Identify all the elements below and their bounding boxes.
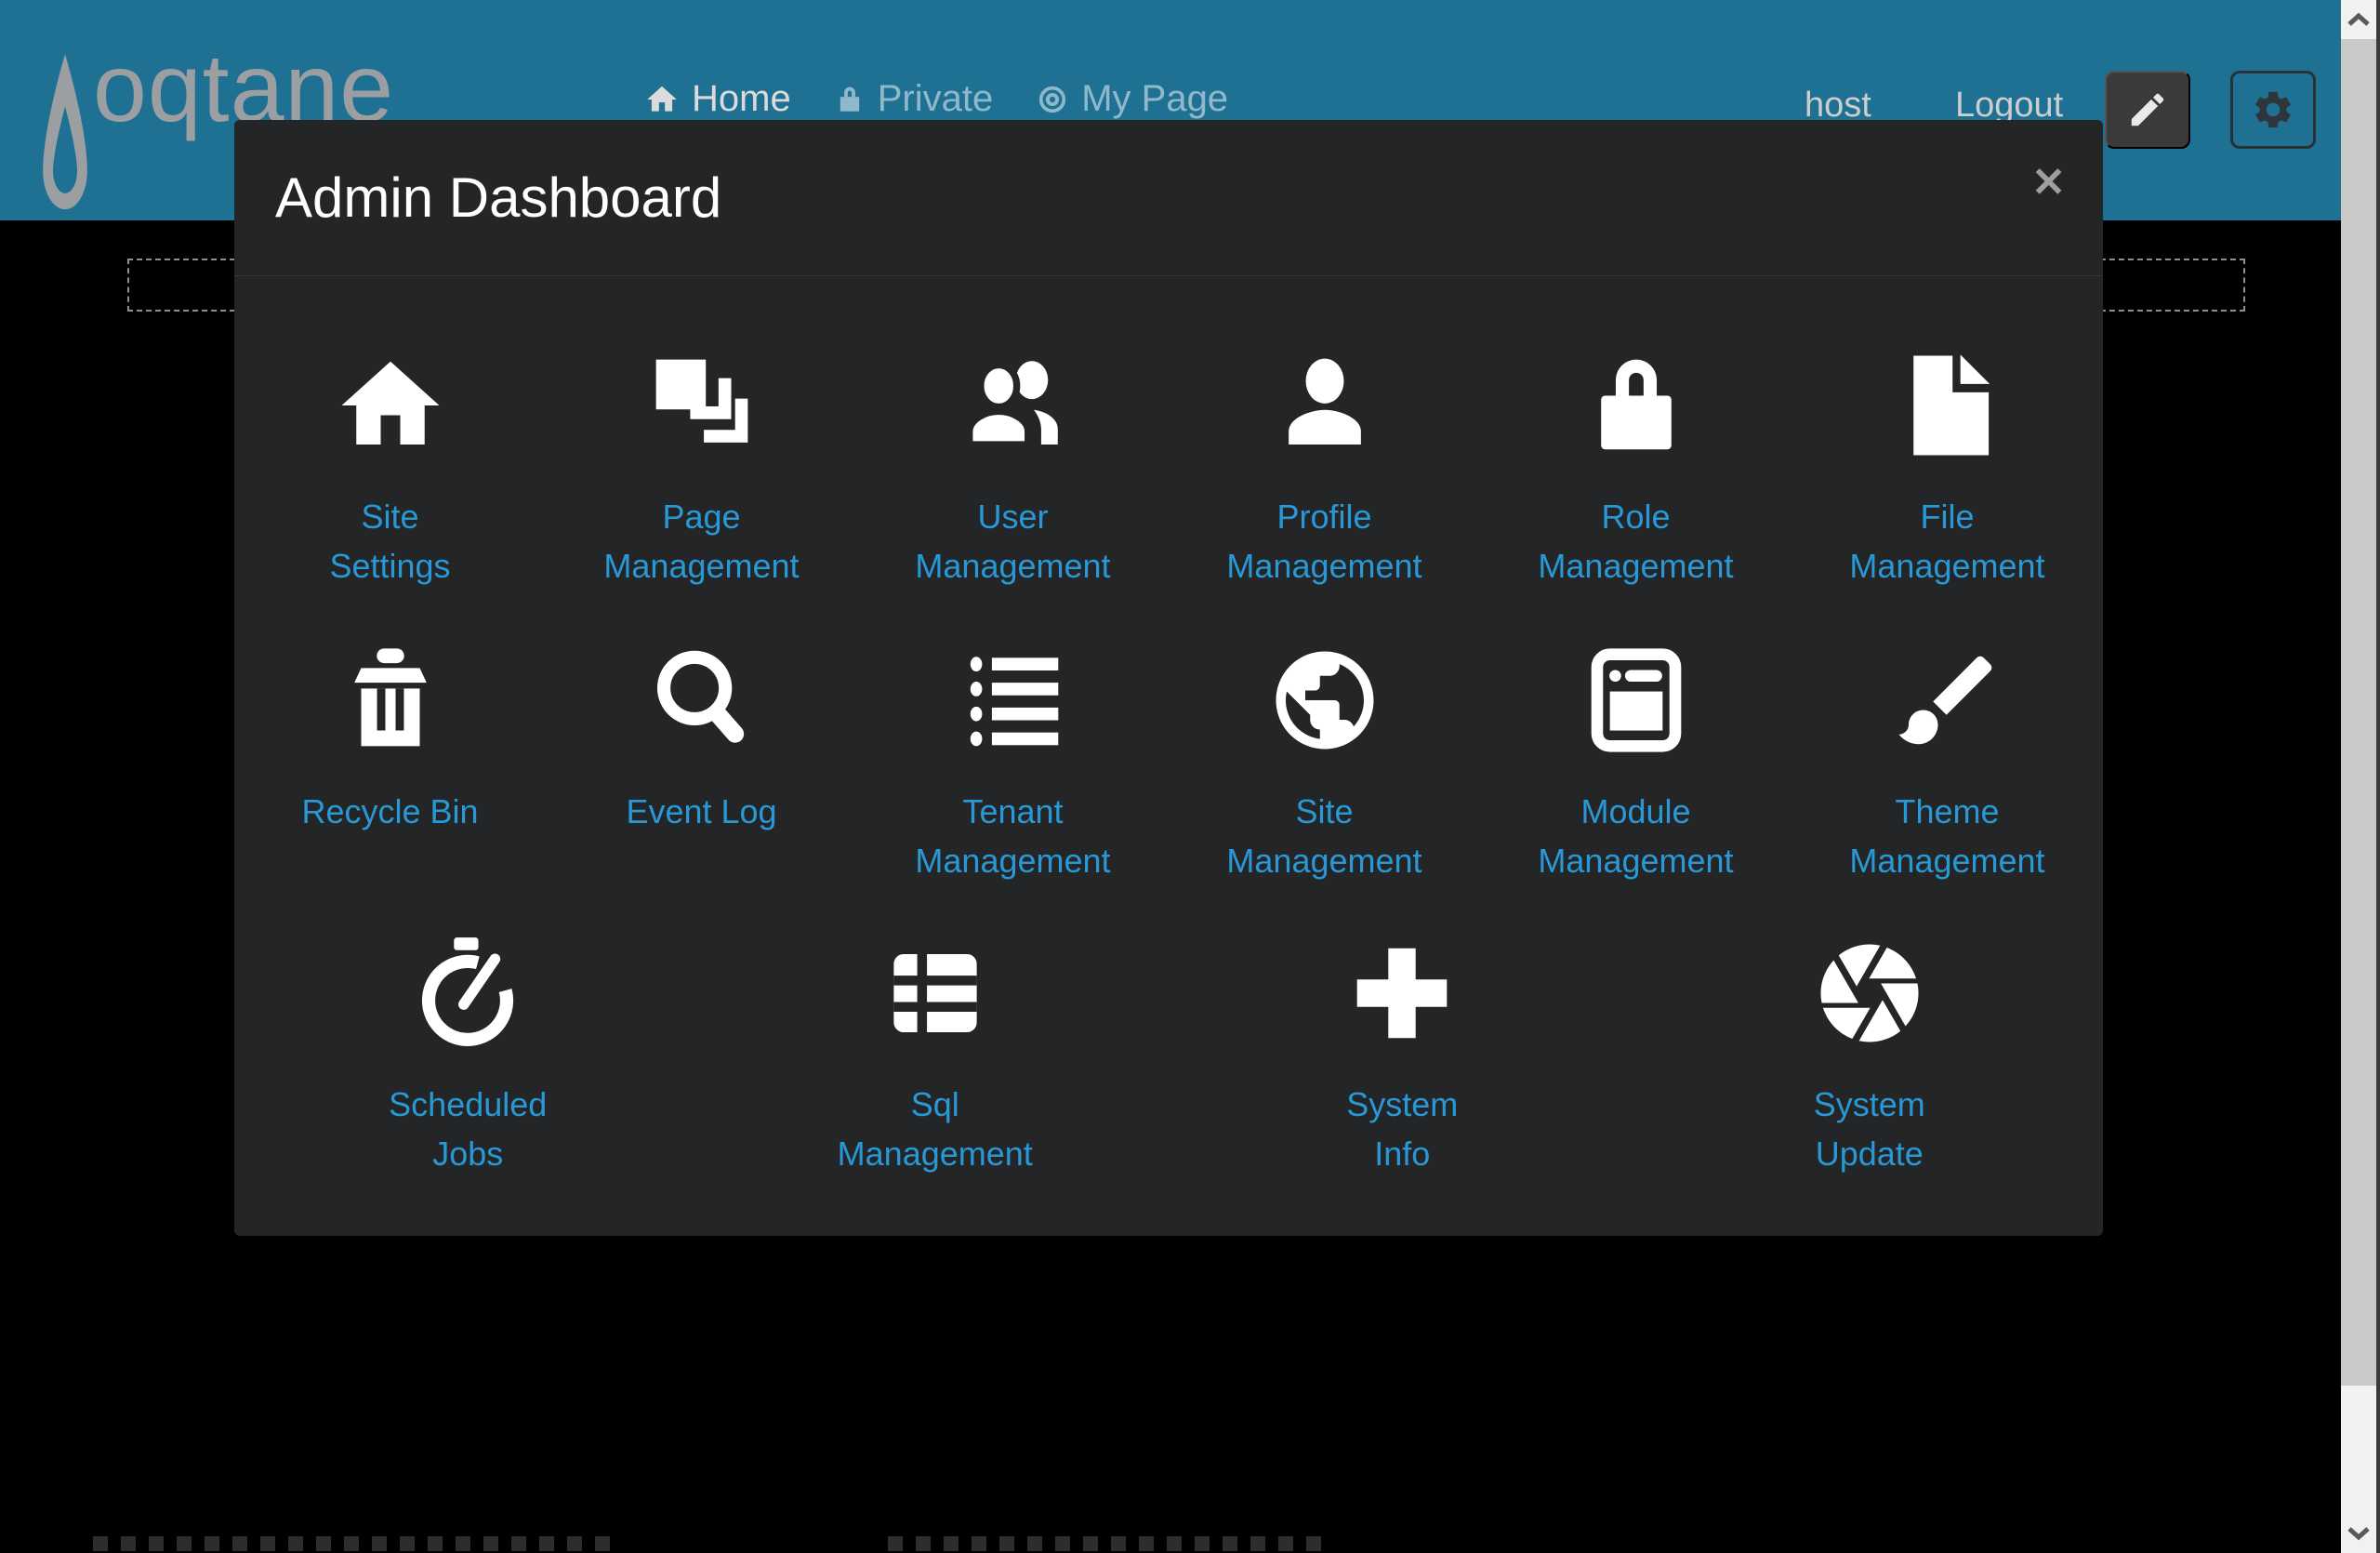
tile-row: Recycle Bin Event Log Tenant Management Sit…	[234, 642, 2103, 885]
tile-role-management[interactable]: Role Management	[1480, 347, 1792, 591]
settings-button[interactable]	[2230, 71, 2316, 149]
tile-row: Scheduled Jobs Sql Management System Info S…	[234, 935, 2103, 1178]
tile-user-management[interactable]: User Management	[857, 347, 1169, 591]
tile-label: System Update	[1814, 1080, 1925, 1178]
modal-title: Admin Dashboard	[275, 166, 721, 230]
edit-mode-button[interactable]	[2105, 71, 2190, 149]
tile-site-settings[interactable]: Site Settings	[234, 347, 546, 591]
tile-label: Theme Management	[1849, 787, 2044, 885]
tile-sql-management[interactable]: Sql Management	[702, 935, 1170, 1178]
tile-label: Profile Management	[1226, 492, 1421, 591]
tile-label: Scheduled Jobs	[389, 1080, 547, 1178]
tile-label: Site Management	[1226, 787, 1421, 885]
shutter-icon	[1811, 935, 1928, 1052]
target-icon	[1036, 83, 1069, 116]
close-icon[interactable]: ✕	[2028, 159, 2069, 207]
tile-label: System Info	[1346, 1080, 1458, 1178]
timer-icon	[409, 935, 526, 1052]
table-icon	[877, 935, 994, 1052]
tile-system-update[interactable]: System Update	[1636, 935, 2104, 1178]
plus-icon	[1343, 935, 1461, 1052]
cutoff-page-content	[888, 1536, 1334, 1551]
tile-module-management[interactable]: Module Management	[1480, 642, 1792, 885]
modal-body: Site Settings Page Management User Managem…	[234, 347, 2103, 1178]
globe-icon	[1266, 642, 1383, 759]
tile-profile-management[interactable]: Profile Management	[1169, 347, 1480, 591]
lock-icon	[834, 84, 866, 115]
file-icon	[1889, 347, 2006, 464]
list-icon	[955, 642, 1072, 759]
tile-tenant-management[interactable]: Tenant Management	[857, 642, 1169, 885]
pages-icon	[643, 347, 760, 464]
person-icon	[1266, 347, 1383, 464]
tile-label: Role Management	[1538, 492, 1733, 591]
tile-label: Event Log	[626, 787, 776, 836]
nav-item-my-page[interactable]: My Page	[1036, 78, 1228, 120]
page: { "navbar": { "logo_text": "oqtane", "it…	[0, 0, 2380, 1553]
scroll-down-arrow[interactable]	[2341, 1514, 2376, 1553]
scrollbar-thumb[interactable]	[2341, 39, 2376, 1386]
tile-system-info[interactable]: System Info	[1169, 935, 1636, 1178]
tile-site-management[interactable]: Site Management	[1169, 642, 1480, 885]
lock-icon	[1578, 347, 1695, 464]
tile-event-log[interactable]: Event Log	[546, 642, 857, 885]
admin-dashboard-modal: Admin Dashboard ✕ Site Settings Page Mana…	[234, 120, 2103, 1236]
tile-row: Site Settings Page Management User Managem…	[234, 347, 2103, 591]
tile-label: Page Management	[603, 492, 799, 591]
search-icon	[643, 642, 760, 759]
tile-label: Site Settings	[329, 492, 450, 591]
tile-label: Module Management	[1538, 787, 1733, 885]
modal-header: Admin Dashboard ✕	[234, 120, 2103, 276]
vertical-scrollbar[interactable]	[2341, 0, 2380, 1553]
tile-label: Recycle Bin	[301, 787, 478, 836]
scroll-up-arrow[interactable]	[2341, 0, 2376, 39]
water-drop-icon	[41, 52, 89, 218]
nav-item-label: My Page	[1081, 78, 1228, 120]
tile-file-management[interactable]: File Management	[1792, 347, 2103, 591]
tile-scheduled-jobs[interactable]: Scheduled Jobs	[234, 935, 702, 1178]
tile-label: File Management	[1849, 492, 2044, 591]
tile-label: User Management	[915, 492, 1110, 591]
home-icon	[332, 347, 449, 464]
pencil-icon	[2126, 88, 2169, 131]
nav-item-private[interactable]: Private	[834, 78, 994, 120]
people-icon	[955, 347, 1072, 464]
gear-icon	[2251, 87, 2295, 132]
cutoff-page-content	[93, 1536, 614, 1551]
tile-label: Tenant Management	[915, 787, 1110, 885]
trash-icon	[332, 642, 449, 759]
tile-page-management[interactable]: Page Management	[546, 347, 857, 591]
nav-item-home[interactable]: Home	[644, 78, 791, 120]
tile-recycle-bin[interactable]: Recycle Bin	[234, 642, 546, 885]
tile-theme-management[interactable]: Theme Management	[1792, 642, 2103, 885]
window-icon	[1578, 642, 1695, 759]
nav-item-label: Home	[692, 78, 791, 120]
nav-menu: Home Private My Page	[644, 78, 1228, 120]
home-icon	[644, 82, 680, 117]
nav-item-label: Private	[878, 78, 994, 120]
tile-label: Sql Management	[838, 1080, 1033, 1178]
brush-icon	[1889, 642, 2006, 759]
